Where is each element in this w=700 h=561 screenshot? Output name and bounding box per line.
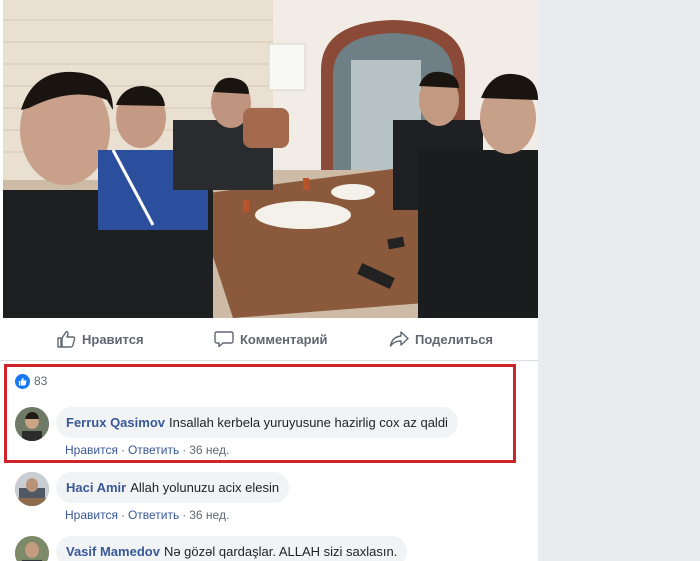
share-arrow-icon	[389, 331, 409, 347]
post-card: Нравится Комментарий Поделиться 83 Ferru…	[0, 0, 538, 561]
avatar[interactable]	[15, 407, 49, 441]
post-action-bar: Нравится Комментарий Поделиться	[0, 318, 538, 361]
speech-bubble-icon	[214, 331, 234, 348]
comment-time[interactable]: 36 нед.	[189, 443, 229, 457]
comment-text: Allah yolunuzu acix elesin	[130, 480, 280, 495]
like-button[interactable]: Нравится	[56, 329, 144, 349]
reaction-summary[interactable]: 83	[15, 372, 47, 390]
group-photo-illustration	[3, 0, 538, 318]
comment-time[interactable]: 36 нед.	[189, 508, 229, 522]
comment-author[interactable]: Ferrux Qasimov	[66, 415, 165, 430]
comment-button[interactable]: Комментарий	[214, 329, 328, 349]
comment-text: Insallah kerbela yuruyusune hazirlig cox…	[169, 415, 448, 430]
comment-meta: Нравится · Ответить · 36 нед.	[65, 443, 230, 457]
comment-bubble: Ferrux Qasimov Insallah kerbela yuruyusu…	[56, 407, 458, 438]
like-button-label: Нравится	[82, 331, 144, 347]
comment-reply-link[interactable]: Ответить	[128, 443, 179, 457]
share-button-label: Поделиться	[415, 331, 494, 347]
comment-button-label: Комментарий	[240, 331, 328, 347]
comment-like-link[interactable]: Нравится	[65, 443, 118, 457]
comment-meta: Нравится · Ответить · 36 нед.	[65, 508, 230, 522]
comment-reply-link[interactable]: Ответить	[128, 508, 179, 522]
comment-bubble: Haci Amir Allah yolunuzu acix elesin	[56, 472, 290, 503]
avatar[interactable]	[15, 472, 49, 506]
thumbs-up-icon	[57, 331, 76, 348]
comment-bubble: Vasif Mamedov Nə gözəl qardaşlar. ALLAH …	[56, 536, 408, 561]
avatar[interactable]	[15, 536, 49, 561]
comment-like-link[interactable]: Нравится	[65, 508, 118, 522]
comment-author[interactable]: Haci Amir	[66, 480, 126, 495]
comment-author[interactable]: Vasif Mamedov	[66, 544, 160, 559]
reaction-count: 83	[34, 374, 48, 388]
share-button[interactable]: Поделиться	[389, 329, 493, 349]
post-photo[interactable]	[3, 0, 538, 318]
comment-text: Nə gözəl qardaşlar. ALLAH sizi saxlasın.	[163, 544, 398, 559]
like-reaction-icon	[15, 373, 30, 389]
